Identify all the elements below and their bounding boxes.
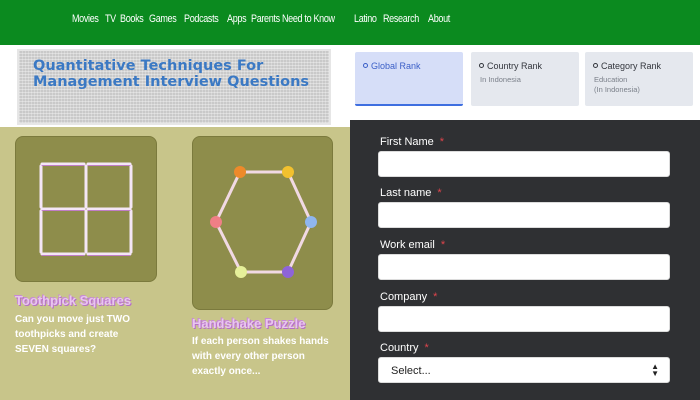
nav-item-parents-need-to-know[interactable]: Parents Need to Know <box>251 13 335 25</box>
tab-category-rank[interactable]: Category Rank Education (In Indonesia) <box>585 52 693 106</box>
select-arrows-icon: ▲ ▼ <box>651 362 659 378</box>
nav-item-apps[interactable]: Apps <box>227 13 247 25</box>
last-name-label: Last name * <box>380 187 442 199</box>
first-name-field[interactable] <box>378 151 670 177</box>
tab-sublabel: In Indonesia <box>480 75 521 84</box>
nav-item-research[interactable]: Research <box>383 13 419 25</box>
nav-item-movies[interactable]: Movies <box>72 13 99 25</box>
toothpick-puzzle-card[interactable] <box>15 136 157 282</box>
nav-item-about[interactable]: About <box>428 13 450 25</box>
nav-item-books[interactable]: Books <box>120 13 144 25</box>
tab-country-rank[interactable]: Country Rank In Indonesia <box>471 52 579 106</box>
required-marker: * <box>424 342 429 354</box>
banner-title: Quantitative Techniques For Management I… <box>33 58 310 90</box>
required-marker: * <box>440 239 446 251</box>
globe-icon <box>593 63 598 68</box>
toothpick-grid-icon <box>39 162 133 256</box>
rank-tabs: Global Rank Country Rank In Indonesia Ca… <box>350 45 700 120</box>
nav-item-latino[interactable]: Latino <box>354 13 377 25</box>
last-name-field[interactable] <box>378 202 670 228</box>
work-email-field[interactable] <box>378 254 670 280</box>
tab-label: Global Rank <box>371 61 421 71</box>
tab-global-rank[interactable]: Global Rank <box>355 52 463 106</box>
puzzle-section: Toothpick Squares Can you move just TWO … <box>0 127 350 400</box>
nav-item-podcasts[interactable]: Podcasts <box>184 13 219 25</box>
person-node <box>210 216 222 228</box>
company-field[interactable] <box>378 306 670 332</box>
required-marker: * <box>433 291 438 303</box>
person-node <box>305 216 317 228</box>
handshake-hexagon-icon <box>210 166 317 278</box>
puzzle-title-toothpick[interactable]: Toothpick Squares <box>15 293 131 308</box>
handshake-puzzle-card[interactable] <box>192 136 333 310</box>
globe-icon <box>479 63 484 68</box>
nav-item-games[interactable]: Games <box>149 13 177 25</box>
tab-sublabel: Education (In Indonesia) <box>594 75 640 94</box>
nav-item-tv[interactable]: TV <box>105 13 116 25</box>
country-label: Country * <box>380 342 429 354</box>
globe-icon <box>363 63 368 68</box>
required-marker: * <box>439 136 445 148</box>
person-node <box>282 266 294 278</box>
person-node <box>282 166 294 178</box>
first-name-label: First Name * <box>380 136 445 148</box>
company-label: Company * <box>380 291 438 303</box>
country-select-value: Select... <box>391 365 431 377</box>
person-node <box>234 166 246 178</box>
person-node <box>235 266 247 278</box>
top-nav-bar: Movies TV Books Games Podcasts Apps Pare… <box>0 0 700 45</box>
puzzle-description-handshake: If each person shakes hands with every o… <box>192 336 329 377</box>
article-banner: Quantitative Techniques For Management I… <box>0 45 350 127</box>
puzzle-description-toothpick: Can you move just TWO toothpicks and cre… <box>15 314 131 355</box>
banner-image[interactable]: Quantitative Techniques For Management I… <box>17 49 331 125</box>
work-email-label: Work email * <box>380 239 446 251</box>
tab-label: Category Rank <box>601 61 662 71</box>
tab-label: Country Rank <box>487 61 543 71</box>
signup-form: First Name * Last name * Work email * Compa… <box>350 120 700 400</box>
required-marker: * <box>437 187 442 199</box>
top-nav-links: Movies TV Books Games Podcasts Apps Pare… <box>72 13 450 25</box>
country-select[interactable]: Select... ▲ ▼ <box>378 357 670 383</box>
puzzle-title-handshake[interactable]: Handshake Puzzle <box>192 316 305 331</box>
